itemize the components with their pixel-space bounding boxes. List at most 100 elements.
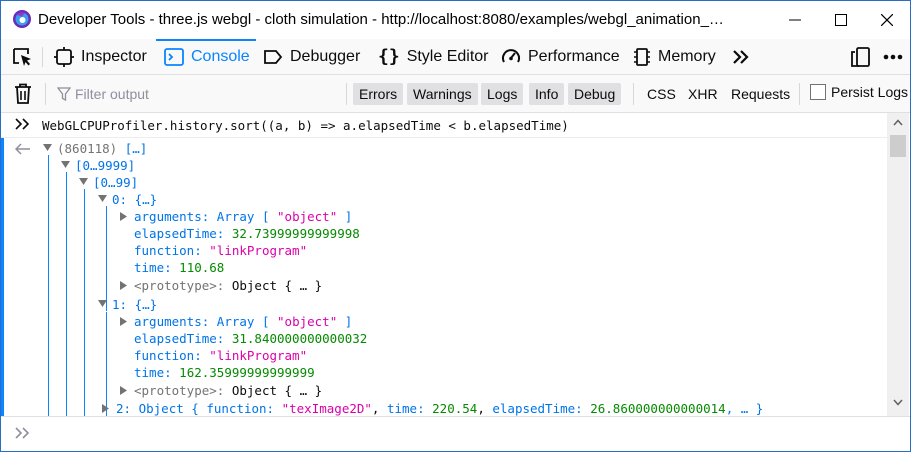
item-preview: {…}	[134, 192, 158, 207]
triangle-right-icon	[120, 281, 127, 290]
property-time: time: 162.35999999999999	[134, 364, 315, 381]
item-index: 0:	[112, 192, 128, 207]
property-key: elapsedTime:	[134, 331, 225, 346]
property-key: arguments:	[134, 209, 210, 224]
close-icon	[881, 14, 893, 26]
dock-options-button[interactable]	[850, 39, 870, 74]
tab-memory[interactable]: Memory	[633, 39, 716, 74]
dock-window-icon	[851, 46, 870, 67]
filter-output-input[interactable]	[53, 82, 343, 106]
triangle-down-icon	[43, 144, 52, 151]
property-arguments[interactable]: arguments: Array [ "object" ]	[120, 208, 352, 225]
devtools-window: Developer Tools - three.js webgl - cloth…	[0, 0, 911, 452]
property-value: 32.73999999999998	[231, 226, 360, 241]
chevron-double-right-icon	[733, 49, 749, 64]
tab-performance-label: Performance	[528, 47, 620, 65]
triangle-down-icon	[61, 161, 70, 168]
console-command-message: WebGLCPUProfiler.history.sort((a, b) => …	[1, 113, 887, 138]
property-key: <prototype>:	[134, 383, 225, 398]
separator: ,	[477, 401, 485, 416]
filter-requests-button[interactable]: Requests	[725, 83, 796, 105]
property-value: Object { … }	[231, 278, 323, 293]
property-value: 26.860000000000014	[590, 401, 726, 416]
separator: ,	[371, 401, 380, 416]
filter-errors-button[interactable]: Errors	[353, 83, 404, 105]
scroll-down-arrow-icon[interactable]	[893, 399, 903, 406]
ellipsis-icon	[883, 54, 903, 59]
filter-css-button[interactable]: CSS	[641, 83, 682, 105]
scrollbar-thumb[interactable]	[890, 135, 906, 157]
tab-performance[interactable]: Performance	[501, 39, 620, 74]
property-key: function:	[134, 243, 202, 258]
item-type: Object	[138, 401, 184, 416]
minimize-button[interactable]	[772, 1, 818, 39]
filter-debug-button[interactable]: Debug	[568, 83, 622, 105]
devtools-toolbar: Inspector Console Debugger {} Style Edit…	[1, 39, 910, 75]
triangle-down-icon	[98, 300, 107, 307]
filter-info-button[interactable]: Info	[529, 83, 565, 105]
tree-node-root[interactable]: (860118) […]	[43, 140, 147, 157]
maximize-button[interactable]	[818, 1, 864, 39]
chevron-double-right-icon	[15, 118, 30, 130]
tree-node-item-2[interactable]: 2: Object { function: "texImage2D", time…	[102, 400, 763, 416]
console-scrollbar[interactable]	[887, 113, 909, 416]
tree-node-item-0[interactable]: 0: {…}	[98, 191, 157, 208]
settings-menu-button[interactable]	[883, 39, 903, 74]
item-index: 1:	[112, 297, 128, 312]
tab-debugger[interactable]: Debugger	[263, 39, 360, 74]
more-tools-button[interactable]	[732, 39, 750, 74]
tab-inspector[interactable]: Inspector	[54, 39, 147, 74]
property-key: time:	[386, 401, 425, 416]
bracket-close: ]	[344, 209, 353, 224]
tab-style-editor[interactable]: {} Style Editor	[378, 39, 489, 74]
result-arrow-icon	[15, 143, 30, 155]
property-function: function: "linkProgram"	[134, 242, 307, 259]
console-output: WebGLCPUProfiler.history.sort((a, b) => …	[1, 113, 910, 416]
triangle-right-icon	[120, 386, 127, 395]
tab-console[interactable]: Console	[156, 39, 256, 74]
element-picker-icon	[13, 47, 31, 66]
property-function: function: "linkProgram"	[134, 347, 307, 364]
item-preview: {…}	[134, 297, 158, 312]
persist-logs-checkbox-box[interactable]	[810, 84, 826, 100]
debugger-icon	[264, 49, 283, 64]
property-key: <prototype>:	[134, 278, 225, 293]
property-arguments[interactable]: arguments: Array [ "object" ]	[120, 313, 352, 330]
property-value: "linkProgram"	[209, 348, 308, 363]
property-elapsedTime: elapsedTime: 31.840000000000032	[134, 330, 367, 347]
close-button[interactable]	[864, 1, 910, 39]
filter-logs-button[interactable]: Logs	[481, 83, 524, 105]
tree-node-range-inner[interactable]: [0…99]	[79, 174, 138, 191]
property-type: Array	[216, 209, 255, 224]
array-length: (860118)	[57, 141, 118, 156]
tree-node-item-1[interactable]: 1: {…}	[98, 296, 157, 313]
property-key: arguments:	[134, 314, 210, 329]
memory-icon	[634, 47, 650, 66]
console-input[interactable]	[1, 416, 910, 451]
firefox-icon	[13, 10, 31, 28]
tab-console-label: Console	[191, 47, 250, 65]
property-prototype[interactable]: <prototype>: Object { … }	[120, 277, 322, 294]
property-key: elapsedTime:	[492, 401, 583, 416]
property-prototype[interactable]: <prototype>: Object { … }	[120, 382, 322, 399]
console-icon	[164, 47, 184, 66]
clear-console-trash-icon[interactable]	[13, 83, 33, 105]
console-result-message: (860118) […] [0…9999] [0…99] 0: {…} argu…	[1, 138, 887, 416]
triangle-right-icon	[120, 317, 127, 326]
property-value: Object { … }	[231, 383, 323, 398]
property-value: "object"	[277, 209, 338, 224]
tree-node-range-outer[interactable]: [0…9999]	[61, 157, 135, 174]
preview-tail: , … }	[725, 401, 764, 416]
minimize-icon	[789, 19, 801, 21]
scroll-up-arrow-icon[interactable]	[893, 119, 903, 126]
range-label: [0…9999]	[75, 158, 136, 173]
tab-inspector-label: Inspector	[81, 47, 147, 65]
item-index: 2:	[116, 401, 132, 416]
property-time: time: 110.68	[134, 259, 224, 276]
tab-memory-label: Memory	[658, 47, 716, 65]
element-picker-button[interactable]	[12, 39, 34, 74]
console-filter-bar: Errors Warnings Logs Info Debug CSS XHR …	[1, 75, 910, 113]
filter-warnings-button[interactable]: Warnings	[407, 83, 478, 105]
filter-xhr-button[interactable]: XHR	[682, 83, 724, 105]
persist-logs-checkbox[interactable]: Persist Logs	[810, 84, 908, 100]
